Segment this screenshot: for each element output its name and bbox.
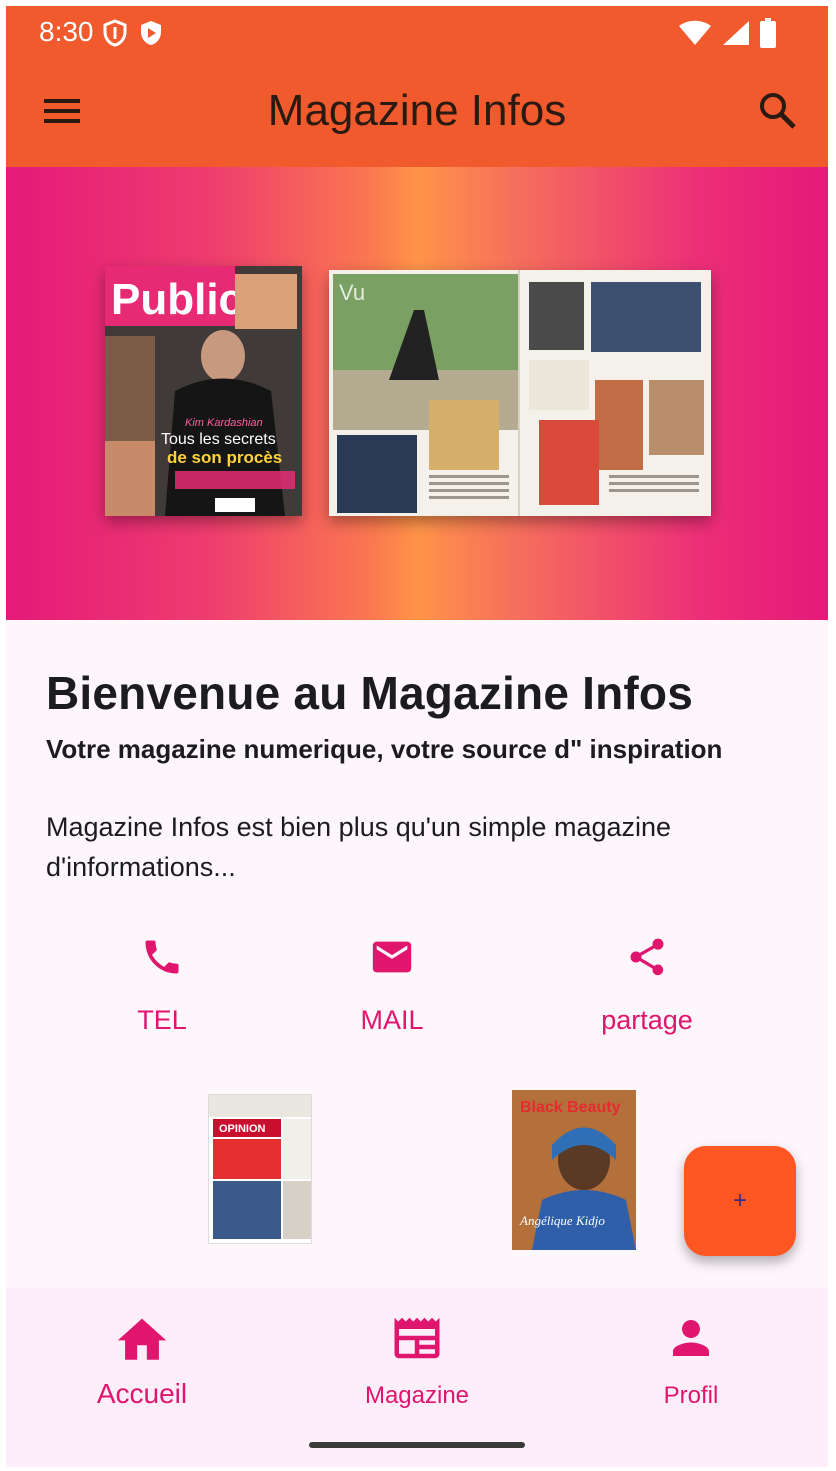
cover-headline-1: Kim Kardashian — [185, 417, 263, 429]
cover-headline-3: de son procès — [167, 448, 282, 467]
cover-masthead: Public — [111, 275, 243, 324]
add-fab-button[interactable]: + — [684, 1146, 796, 1256]
spread-section: Vu — [339, 280, 365, 305]
bottom-navigation: Accueil Magazine Profil — [6, 1288, 828, 1467]
welcome-title: Bienvenue au Magazine Infos — [46, 667, 693, 719]
magazine-thumbnail-opinion[interactable]: OPINION — [208, 1094, 312, 1244]
phone-icon — [145, 940, 179, 974]
status-bar: 8:30 — [6, 6, 828, 56]
wifi-icon — [679, 20, 711, 45]
magazine-cover-image: Public Kim Kardashian Tous les secrets d… — [105, 266, 302, 516]
nav-item-magazine[interactable]: Magazine — [317, 1308, 517, 1410]
tel-label: TEL — [137, 1005, 187, 1035]
mail-icon — [372, 941, 412, 973]
nav-item-profil[interactable]: Profil — [591, 1308, 791, 1410]
home-indicator[interactable] — [309, 1442, 525, 1448]
shield-icon — [103, 19, 127, 47]
app-screen: 8:30 Magazine Infos Public Kim Kardashia… — [6, 6, 828, 1467]
hero-banner: Public Kim Kardashian Tous les secrets d… — [6, 167, 828, 620]
nav-item-accueil[interactable]: Accueil — [42, 1308, 242, 1410]
person-icon — [673, 1320, 709, 1356]
share-label: partage — [601, 1005, 693, 1035]
status-right-icons — [678, 18, 776, 48]
app-bar: Magazine Infos — [6, 56, 828, 167]
play-protect-icon — [141, 21, 161, 45]
nav-label-profil: Profil — [663, 1382, 719, 1409]
thumb1-masthead: OPINION — [219, 1123, 266, 1135]
tel-button[interactable]: TEL — [72, 931, 252, 1036]
welcome-description: Magazine Infos est bien plus qu'un simpl… — [46, 812, 672, 882]
welcome-subtitle: Votre magazine numerique, votre source d… — [46, 734, 723, 764]
battery-icon — [760, 18, 776, 48]
app-title: Magazine Infos — [267, 86, 567, 135]
magazine-spread-image: Vu — [329, 270, 711, 516]
welcome-section: Bienvenue au Magazine Infos Votre magazi… — [46, 666, 806, 887]
newspaper-icon — [394, 1317, 440, 1359]
share-button[interactable]: partage — [557, 931, 737, 1036]
nav-label-accueil: Accueil — [96, 1378, 188, 1409]
mail-label: MAIL — [360, 1005, 424, 1035]
signal-icon — [723, 21, 749, 45]
contact-actions: TEL MAIL partage — [6, 931, 828, 1041]
status-left-icons — [103, 19, 163, 47]
magazine-thumbnail-black-beauty[interactable]: Black Beauty Angélique Kidjo — [512, 1090, 636, 1250]
home-icon — [117, 1318, 167, 1360]
search-button[interactable] — [756, 89, 800, 133]
cover-headline-2: Tous les secrets — [161, 431, 276, 448]
mail-button[interactable]: MAIL — [302, 931, 482, 1036]
search-icon — [760, 93, 796, 129]
share-icon — [630, 938, 664, 976]
thumb2-headline: Angélique Kidjo — [519, 1213, 605, 1228]
thumb2-masthead: Black Beauty — [520, 1099, 621, 1116]
status-time: 8:30 — [39, 16, 94, 47]
nav-label-magazine: Magazine — [364, 1382, 470, 1409]
